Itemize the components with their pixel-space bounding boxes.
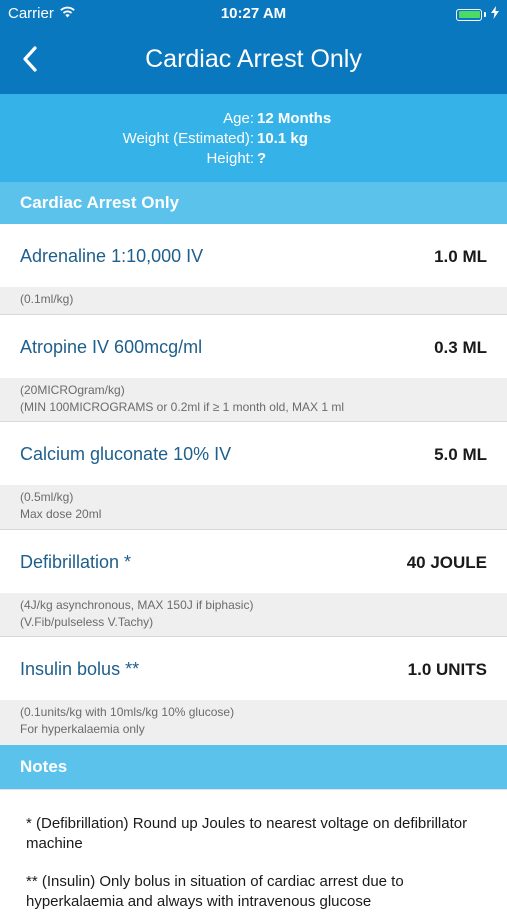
clock: 10:27 AM	[220, 5, 287, 22]
drug-dose: 0.3 ML	[434, 338, 487, 357]
drug-row-adrenaline[interactable]: Adrenaline 1:10,000 IV 1.0 ML	[0, 224, 507, 287]
drug-name: Calcium gluconate 10% IV	[20, 444, 232, 464]
battery-icon	[456, 6, 499, 23]
drug-note: (4J/kg asynchronous, MAX 150J if biphasi…	[0, 593, 507, 637]
drug-dose: 1.0 UNITS	[407, 660, 487, 679]
drug-note-line: (0.5ml/kg)	[20, 490, 74, 504]
drug-note-line: (MIN 100MICROGRAMS or 0.2ml if ≥ 1 month…	[20, 400, 344, 414]
status-bar: Carrier 10:27 AM	[0, 0, 507, 28]
page-title: Cardiac Arrest Only	[145, 45, 362, 73]
weight-row: Weight (Estimated): 10.1 kg	[0, 130, 507, 150]
weight-label: Weight (Estimated):	[122, 130, 254, 147]
section-header-cardiac: Cardiac Arrest Only	[0, 182, 507, 224]
drug-note-line: (4J/kg asynchronous, MAX 150J if biphasi…	[20, 598, 254, 612]
drug-row-atropine[interactable]: Atropine IV 600mcg/ml 0.3 ML	[0, 315, 507, 378]
drug-note-line: (0.1units/kg with 10mls/kg 10% glucose)	[20, 705, 235, 719]
drug-name: Insulin bolus **	[20, 659, 140, 679]
age-value: 12 Months	[257, 110, 332, 127]
notes-body: * (Defibrillation) Round up Joules to ne…	[0, 789, 507, 910]
charging-icon	[491, 6, 499, 23]
drug-note: (0.1units/kg with 10mls/kg 10% glucose) …	[0, 700, 507, 745]
drug-note-line: (V.Fib/pulseless V.Tachy)	[20, 615, 154, 629]
drug-note-line: Max dose 20ml	[20, 507, 102, 521]
section-title: Cardiac Arrest Only	[20, 193, 180, 212]
drug-note: (0.1ml/kg)	[0, 287, 507, 315]
drug-note-line: (20MICROgram/kg)	[20, 383, 125, 397]
height-value: ?	[257, 150, 267, 167]
patient-info: Age: 12 Months Weight (Estimated): 10.1 …	[0, 94, 507, 182]
drug-name: Atropine IV 600mcg/ml	[20, 337, 203, 357]
drug-dose: 1.0 ML	[434, 247, 487, 266]
drug-name: Defibrillation *	[20, 552, 132, 572]
drug-note-line: (0.1ml/kg)	[20, 292, 74, 306]
section-title: Notes	[20, 757, 68, 776]
drug-row-insulin[interactable]: Insulin bolus ** 1.0 UNITS	[0, 637, 507, 700]
weight-value: 10.1 kg	[257, 130, 308, 147]
drug-row-defibrillation[interactable]: Defibrillation * 40 JOULE	[0, 530, 507, 593]
drug-dose: 5.0 ML	[434, 445, 487, 464]
section-header-notes: Notes	[0, 745, 507, 789]
drug-note: (20MICROgram/kg) (MIN 100MICROGRAMS or 0…	[0, 378, 507, 422]
age-row: Age: 12 Months	[0, 110, 507, 130]
drug-row-calcium[interactable]: Calcium gluconate 10% IV 5.0 ML	[0, 422, 507, 485]
drug-note-line: For hyperkalaemia only	[20, 722, 145, 736]
nav-bar: Cardiac Arrest Only	[0, 28, 507, 94]
battery-fill	[458, 11, 480, 18]
note-text: ** (Insulin) Only bolus in situation of …	[26, 873, 404, 910]
drug-note: (0.5ml/kg) Max dose 20ml	[0, 485, 507, 530]
age-label: Age:	[223, 110, 254, 127]
drug-dose: 40 JOULE	[406, 553, 487, 572]
drug-name: Adrenaline 1:10,000 IV	[20, 246, 204, 266]
note-text: * (Defibrillation) Round up Joules to ne…	[26, 815, 468, 852]
height-label: Height:	[206, 150, 254, 167]
height-row: Height: ?	[0, 150, 507, 170]
